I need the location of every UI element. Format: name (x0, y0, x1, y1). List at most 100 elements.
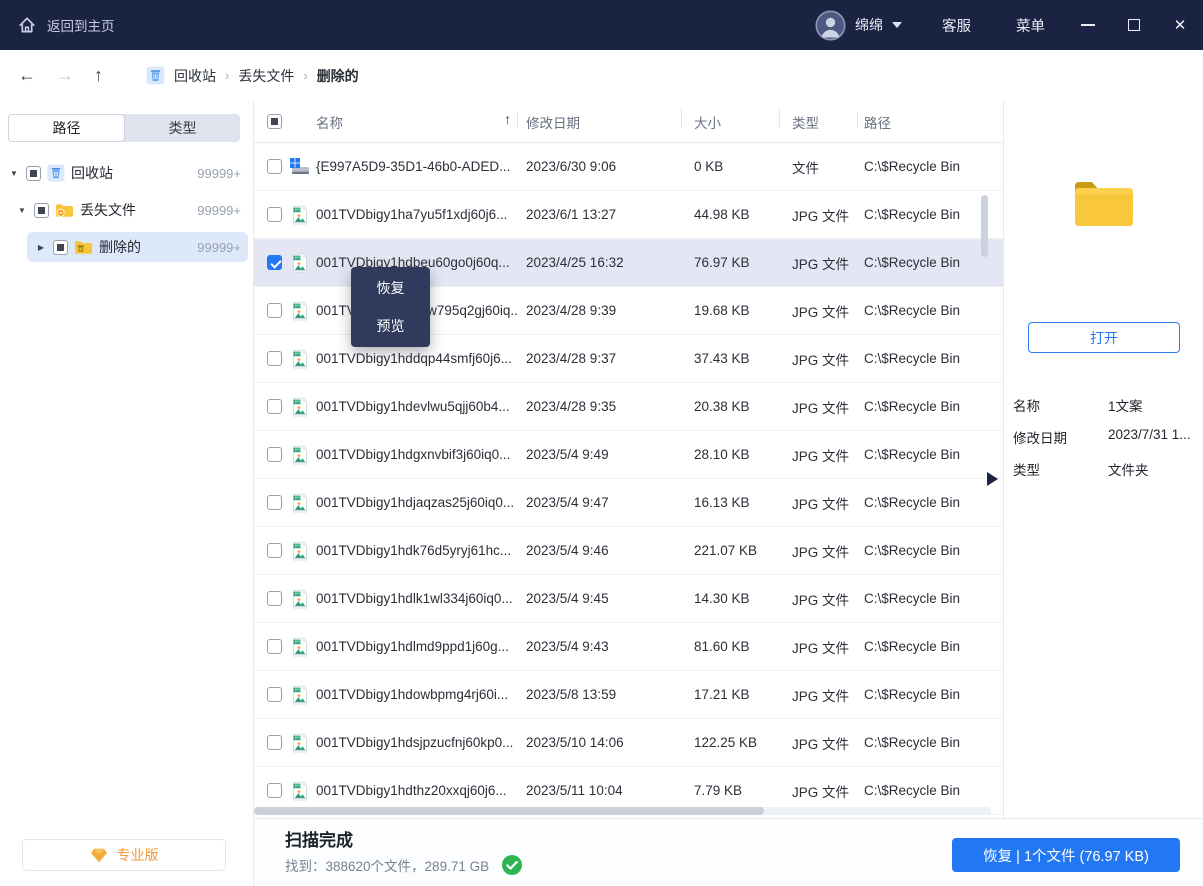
svg-text:JPG: JPG (294, 304, 301, 308)
file-checkbox[interactable] (267, 159, 282, 174)
maximize-button[interactable] (1111, 0, 1157, 50)
vertical-scrollbar[interactable] (981, 195, 988, 257)
horizontal-scrollbar[interactable] (254, 807, 991, 815)
sort-ascending-icon[interactable]: ↑ (504, 112, 511, 127)
file-checkbox[interactable] (267, 783, 282, 798)
support-link[interactable]: 客服 (942, 15, 971, 36)
open-button[interactable]: 打开 (1028, 322, 1180, 353)
table-row[interactable]: JPG001TVDbigy1hdlk1wl334j60iq0...2023/5/… (254, 575, 1003, 623)
expander-down-icon[interactable]: ▼ (16, 206, 28, 215)
column-header-path[interactable]: 路径 (857, 112, 1003, 132)
select-all-checkbox[interactable] (267, 114, 282, 129)
file-type: JPG 文件 (779, 541, 857, 561)
expander-down-icon[interactable]: ▼ (8, 169, 20, 178)
tab-path[interactable]: 路径 (8, 114, 125, 142)
file-checkbox[interactable] (267, 639, 282, 654)
jpg-file-icon: JPG (289, 301, 311, 321)
file-checkbox[interactable] (267, 447, 282, 462)
context-menu-item[interactable]: 预览 (351, 307, 430, 345)
expander-right-icon[interactable]: ▶ (35, 243, 47, 252)
recover-button[interactable]: 恢复 | 1个文件 (76.97 KB) (952, 838, 1180, 872)
breadcrumb-item[interactable]: 丢失文件 (238, 66, 294, 86)
jpg-file-icon: JPG (289, 541, 311, 561)
file-size: 17.21 KB (681, 687, 779, 702)
file-date: 2023/5/4 9:46 (517, 543, 681, 558)
horizontal-scrollbar-thumb[interactable] (254, 807, 764, 815)
file-name: 001TVDbigy1hdthz20xxqj60j6... (316, 783, 517, 798)
sidebar-item-lost-files[interactable]: ▼丢失文件99999+ (0, 195, 253, 225)
table-row[interactable]: JPG001TVDbigy1ha7yu5f1xdj60j6...2023/6/1… (254, 191, 1003, 239)
success-check-icon (501, 854, 523, 876)
preview-divider (1003, 101, 1004, 818)
context-menu-item[interactable]: 恢复 (351, 269, 430, 307)
jpg-file-icon: JPG (289, 349, 311, 369)
column-header-name[interactable]: 名称 ↑ (316, 112, 517, 132)
column-header-type[interactable]: 类型 (779, 112, 857, 132)
file-size: 28.10 KB (681, 447, 779, 462)
table-row[interactable]: JPG001TVDbigy1hdlmd9ppd1j60g...2023/5/4 … (254, 623, 1003, 671)
pro-version-button[interactable]: 专业版 (22, 839, 226, 871)
nav-up-button[interactable]: ↑ (94, 65, 103, 86)
nav-back-button[interactable]: ← (18, 65, 36, 86)
svg-text:JPG: JPG (294, 784, 301, 788)
svg-text:JPG: JPG (294, 448, 301, 452)
tree-checkbox[interactable] (26, 166, 41, 181)
file-size: 19.68 KB (681, 303, 779, 318)
file-name: 001TVDbigy1hdsjpzucfnj60kp0... (316, 735, 517, 750)
file-checkbox[interactable] (267, 399, 282, 414)
tree-checkbox[interactable] (34, 203, 49, 218)
file-checkbox[interactable] (267, 351, 282, 366)
file-checkbox[interactable] (267, 591, 282, 606)
tree-item-label: 回收站 (71, 163, 113, 183)
table-row[interactable]: JPG001TVDbigy1hdjaqzas25j60iq0...2023/5/… (254, 479, 1003, 527)
table-row[interactable]: JPG 001TVDbigy1hdgxnvbif3j60iq0...2023/5/… (254, 431, 1003, 479)
file-checkbox[interactable] (267, 543, 282, 558)
file-type: JPG 文件 (779, 301, 857, 321)
breadcrumb-item[interactable]: 删除的 (317, 66, 359, 86)
file-type: JPG 文件 (779, 637, 857, 657)
tab-type[interactable]: 类型 (125, 114, 240, 142)
file-size: 37.43 KB (681, 351, 779, 366)
file-checkbox[interactable] (267, 495, 282, 510)
table-row[interactable]: JPG001TVDbigy1hdk76d5yryj61hc...2023/5/4… (254, 527, 1003, 575)
table-row[interactable]: JPG001TVDbigy1hdsjpzucfnj60kp0...2023/5/… (254, 719, 1003, 767)
file-checkbox[interactable] (267, 303, 282, 318)
file-path: C:\$Recycle Bin (857, 639, 1003, 654)
svg-text:JPG: JPG (294, 208, 301, 212)
file-name: 001TVDbigy1hdjaqzas25j60iq0... (316, 495, 517, 510)
sidebar-item-recycle-bin[interactable]: ▼回收站99999+ (0, 158, 253, 188)
table-row[interactable]: JPG001TVDbigy1hdevlwu5qjj60b4...2023/4/2… (254, 383, 1003, 431)
menu-link[interactable]: 菜单 (1016, 15, 1045, 36)
back-to-home-button[interactable]: 返回到主页 (0, 15, 115, 35)
file-checkbox[interactable] (267, 687, 282, 702)
table-row[interactable]: {E997A5D9-35D1-46b0-ADED...2023/6/30 9:0… (254, 143, 1003, 191)
svg-text:JPG: JPG (294, 496, 301, 500)
collapse-panel-arrow-icon[interactable] (987, 472, 998, 486)
file-path: C:\$Recycle Bin (857, 591, 1003, 606)
file-checkbox[interactable] (267, 207, 282, 222)
file-checkbox[interactable] (267, 735, 282, 750)
tree-item-label: 删除的 (99, 237, 141, 257)
file-checkbox[interactable] (267, 255, 282, 270)
sidebar-item-deleted[interactable]: ▶删除的99999+ (0, 232, 253, 262)
user-account-menu[interactable]: 绵绵 (815, 10, 902, 41)
nav-forward-button[interactable]: → (56, 65, 74, 86)
file-date: 2023/5/4 9:49 (517, 447, 681, 462)
close-button[interactable]: ✕ (1157, 0, 1203, 50)
gem-icon (90, 848, 108, 863)
jpg-file-icon: JPG (289, 493, 311, 513)
breadcrumb-item[interactable]: 回收站 (174, 66, 216, 86)
minimize-button[interactable] (1065, 0, 1111, 50)
preview-field-value: 2023/7/31 1... (1108, 427, 1191, 442)
column-header-date[interactable]: 修改日期 (517, 112, 681, 132)
table-header: 名称 ↑ 修改日期 大小 类型 路径 (254, 101, 1003, 143)
file-size: 0 KB (681, 159, 779, 174)
jpg-file-icon: JPG (289, 589, 311, 609)
file-name: 001TVDbigy1hdgxnvbif3j60iq0... (316, 447, 517, 462)
tree-checkbox[interactable] (53, 240, 68, 255)
file-path: C:\$Recycle Bin (857, 687, 1003, 702)
file-size: 44.98 KB (681, 207, 779, 222)
preview-field-value: 文件夹 (1108, 459, 1149, 479)
table-row[interactable]: JPG001TVDbigy1hdowbpmg4rj60i...2023/5/8 … (254, 671, 1003, 719)
column-header-size[interactable]: 大小 (681, 112, 779, 132)
